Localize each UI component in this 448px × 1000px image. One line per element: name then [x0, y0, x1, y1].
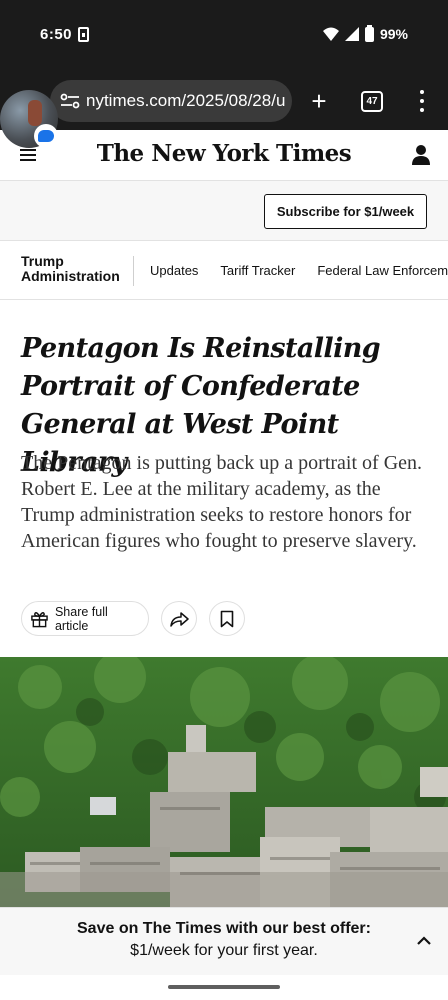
status-indicators: 99%	[322, 24, 408, 42]
battery-percent: 99%	[379, 26, 408, 42]
gift-icon	[31, 611, 48, 627]
browser-toolbar: nytimes.com/2025/08/28/u + 47	[0, 72, 448, 130]
overflow-menu-icon[interactable]	[418, 90, 426, 112]
share-button[interactable]	[161, 601, 197, 636]
article-hero-image[interactable]	[0, 657, 448, 907]
subscribe-band: Subscribe for $1/week	[0, 181, 448, 241]
share-full-article-button[interactable]: Share full article	[21, 601, 149, 636]
new-tab-button[interactable]: +	[306, 88, 332, 114]
site-settings-icon[interactable]	[60, 93, 80, 109]
section-link-updates[interactable]: Updates	[150, 263, 198, 278]
share-toolbar: Share full article	[21, 601, 245, 636]
share-arrow-icon	[170, 611, 189, 627]
chevron-up-icon[interactable]	[416, 936, 432, 946]
west-point-aerial-photo	[0, 657, 448, 907]
section-title-line2: Administration	[21, 268, 120, 284]
offer-subline: $1/week for your first year.	[130, 942, 318, 959]
status-bar: 6:50 99%	[0, 0, 448, 72]
url-bar[interactable]: nytimes.com/2025/08/28/u	[50, 80, 292, 122]
save-button[interactable]	[209, 601, 245, 636]
offer-headline: Save on The Times with our best offer:	[77, 920, 371, 937]
battery-icon	[364, 24, 374, 42]
section-nav: Trump Administration Updates Tariff Trac…	[0, 241, 448, 300]
navigation-bar	[0, 975, 448, 1000]
messages-app-icon	[34, 124, 58, 148]
section-title[interactable]: Trump Administration	[21, 254, 120, 284]
offer-banner[interactable]: Save on The Times with our best offer: $…	[0, 907, 448, 975]
section-title-line1: Trump	[21, 253, 64, 269]
site-header: The New York Times	[0, 130, 448, 181]
account-icon[interactable]	[411, 144, 431, 166]
article-summary: The Pentagon is putting back up a portra…	[21, 452, 423, 552]
sim-icon	[78, 27, 89, 42]
share-full-article-label: Share full article	[54, 604, 108, 633]
section-divider	[133, 256, 134, 286]
home-gesture-handle[interactable]	[168, 985, 280, 989]
section-link-tariff-tracker[interactable]: Tariff Tracker	[220, 263, 295, 278]
tab-switcher-button[interactable]: 47	[361, 91, 383, 112]
bookmark-icon	[220, 610, 234, 627]
url-text: nytimes.com/2025/08/28/u	[86, 91, 286, 110]
status-time: 6:50	[40, 26, 73, 43]
subscribe-button[interactable]: Subscribe for $1/week	[264, 194, 427, 229]
section-link-federal-law-enforcement[interactable]: Federal Law Enforcement	[317, 263, 448, 278]
nyt-logo[interactable]: The New York Times	[0, 140, 448, 167]
signal-icon	[344, 27, 359, 41]
wifi-icon	[322, 27, 339, 41]
section-links: Updates Tariff Tracker Federal Law Enfor…	[150, 263, 448, 278]
